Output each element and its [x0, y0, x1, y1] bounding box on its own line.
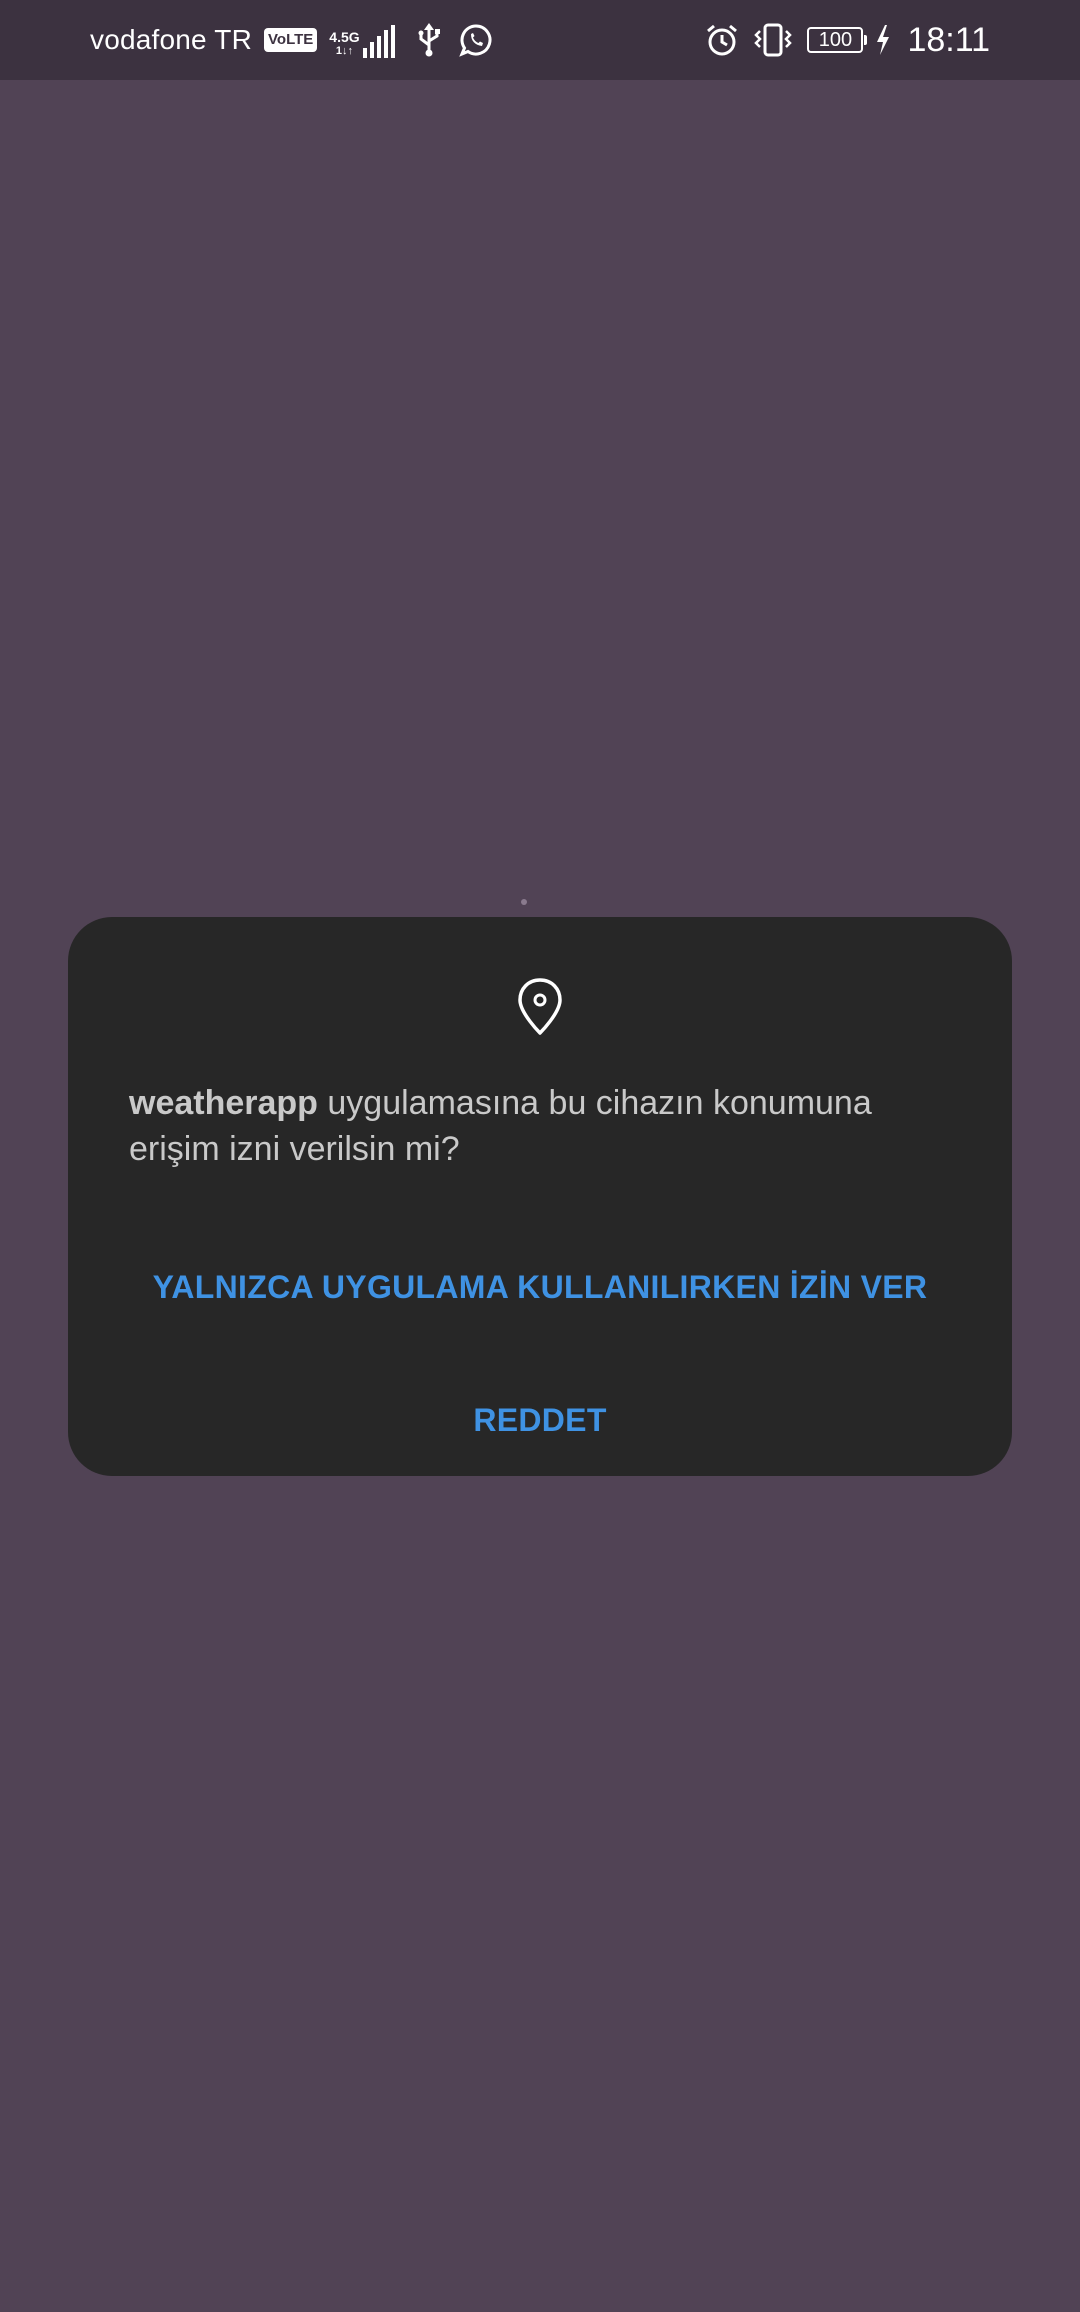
signal-bars: [362, 25, 395, 58]
battery-level: 100: [807, 27, 864, 53]
vibrate-icon: [753, 23, 793, 57]
status-bar-right: 100 18:11: [705, 21, 990, 60]
status-bar: vodafone TR VoLTE 4.5G 1↓↑ 100 18:11: [0, 0, 1080, 80]
drag-indicator: [521, 899, 527, 905]
permission-dialog: weatherapp uygulamasına bu cihazın konum…: [68, 917, 1012, 1476]
allow-while-using-button[interactable]: YALNIZCA UYGULAMA KULLANILIRKEN İZİN VER: [68, 1247, 1012, 1327]
signal-icon: 4.5G 1↓↑: [329, 22, 395, 58]
network-activity-label: 1↓↑: [335, 45, 354, 57]
usb-icon: [417, 23, 441, 57]
status-bar-left: vodafone TR VoLTE 4.5G 1↓↑: [90, 22, 705, 58]
charging-icon: [875, 25, 891, 55]
network-type-label: 4.5G: [329, 29, 360, 45]
battery-icon: 100: [807, 27, 868, 53]
app-name: weatherapp: [129, 1084, 318, 1122]
volte-badge: VoLTE: [264, 28, 318, 52]
alarm-icon: [705, 23, 739, 57]
battery-tip: [864, 35, 868, 45]
clock: 18:11: [907, 20, 990, 59]
network-type: 4.5G 1↓↑: [329, 30, 359, 58]
carrier-name: vodafone TR: [90, 24, 253, 55]
dialog-message: weatherapp uygulamasına bu cihazın konum…: [129, 1080, 962, 1172]
deny-button[interactable]: REDDET: [68, 1380, 1012, 1460]
whatsapp-icon: [458, 23, 493, 57]
location-pin-icon: [68, 977, 1012, 1037]
